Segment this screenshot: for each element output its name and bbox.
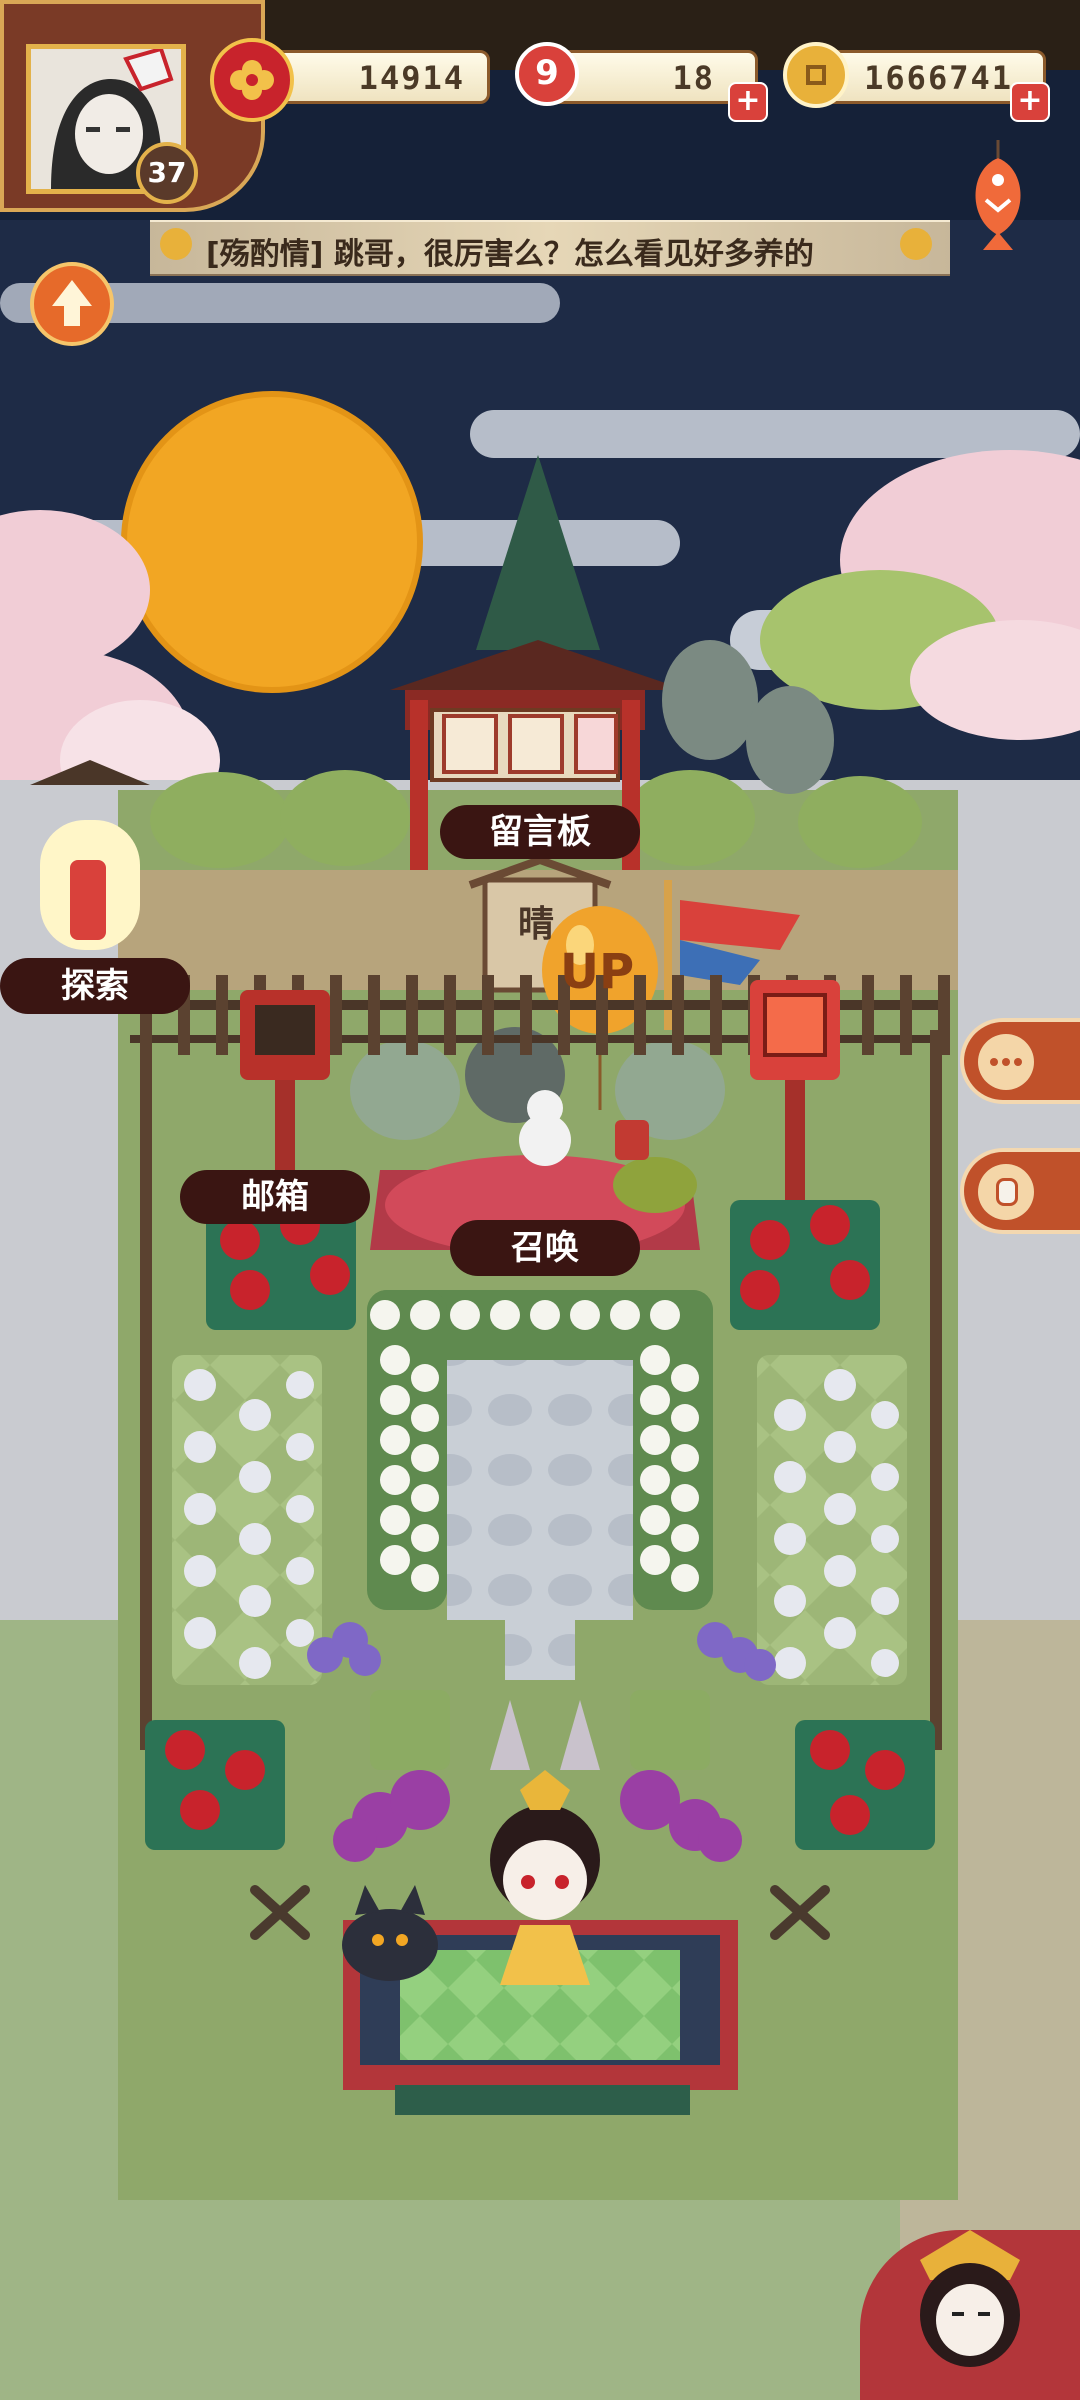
- sakura-crest-icon: [210, 38, 294, 122]
- mailbox-sign[interactable]: 邮箱: [180, 1170, 370, 1224]
- up-balloon[interactable]: UP: [560, 944, 634, 1000]
- chat-ticker-text: [殇酌情] 跳哥，很厉害么？怎么看见好多养的: [206, 237, 814, 272]
- stamina-value: 14914: [358, 59, 465, 97]
- koi-fish-icon[interactable]: [958, 140, 1038, 250]
- tickets-value: 18: [672, 59, 715, 97]
- player-level-badge: 37: [136, 142, 198, 204]
- chat-bubble-icon: [978, 1034, 1034, 1090]
- summon-sign[interactable]: 召唤: [450, 1220, 640, 1276]
- red-ticket-icon: 9: [515, 42, 579, 106]
- gold-coin-icon: [783, 42, 849, 108]
- game-screen: 留言板 探索 邮箱 召唤 UP 晴 37 14914 18 9 + 166674…: [0, 0, 1080, 2400]
- message-board-sign[interactable]: 留言板: [440, 805, 640, 859]
- flower-right-icon: [900, 228, 932, 260]
- add-tickets-button[interactable]: +: [728, 82, 768, 122]
- character-menu-button[interactable]: [860, 2230, 1080, 2400]
- lantern-up-arrow-icon[interactable]: [30, 262, 114, 346]
- shrine-sign-label: 晴: [518, 904, 555, 945]
- flower-left-icon: [160, 228, 192, 260]
- character-portrait-icon: [900, 2220, 1040, 2370]
- gift-bag-icon: [978, 1164, 1034, 1220]
- chat-side-button[interactable]: [960, 1018, 1080, 1104]
- add-coins-button[interactable]: +: [1010, 82, 1050, 122]
- coins-value: 1666741: [864, 59, 1013, 97]
- courtyard-scene: [0, 0, 1080, 2400]
- explore-label: 探索: [61, 966, 129, 1006]
- summon-label: 召唤: [511, 1228, 579, 1268]
- explore-sign[interactable]: 探索: [0, 958, 190, 1014]
- tickets-bar[interactable]: 18: [548, 50, 758, 104]
- chat-ticker[interactable]: [殇酌情] 跳哥，很厉害么？怎么看见好多养的: [150, 220, 950, 276]
- mailbox-label: 邮箱: [241, 1177, 309, 1217]
- message-board-label: 留言板: [489, 812, 591, 852]
- gift-side-button[interactable]: [960, 1148, 1080, 1234]
